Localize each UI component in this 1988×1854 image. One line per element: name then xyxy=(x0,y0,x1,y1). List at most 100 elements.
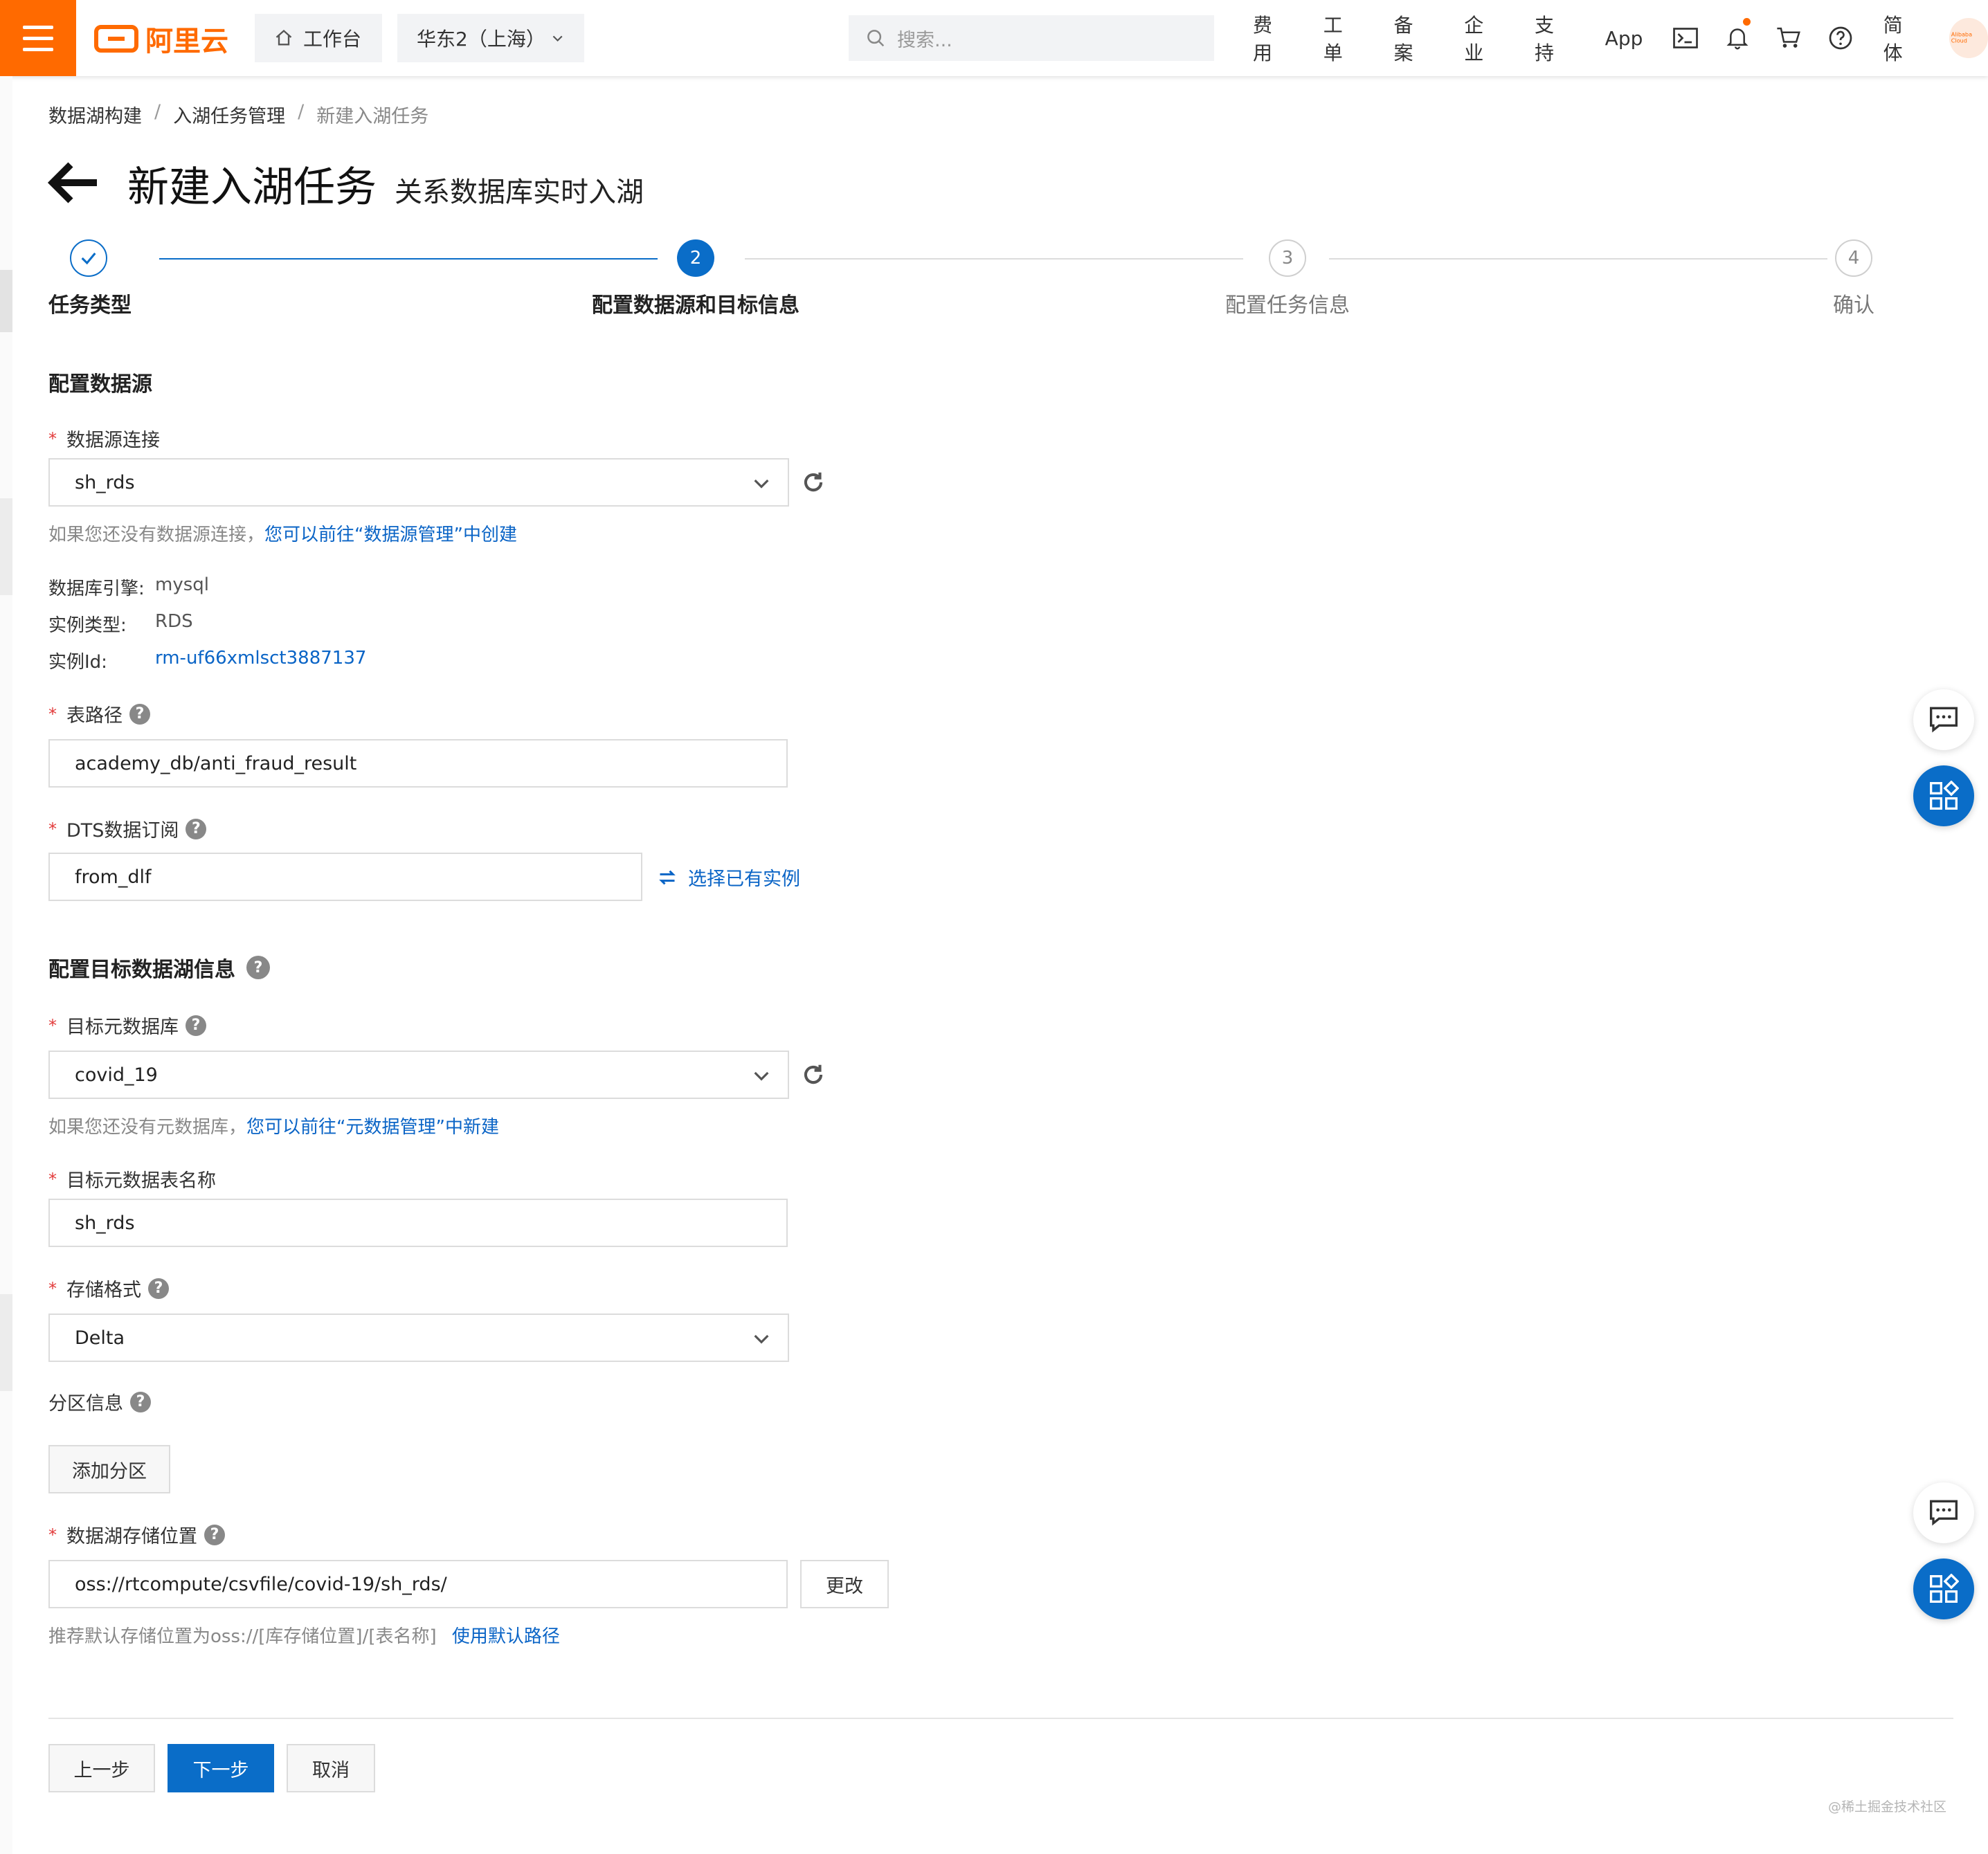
cancel-label: 取消 xyxy=(312,1759,350,1781)
instance-id-key: 实例Id: xyxy=(48,652,107,673)
next-step-button[interactable]: 下一步 xyxy=(168,1744,274,1792)
search-input[interactable]: 搜索... xyxy=(849,15,1214,61)
aliyun-logo[interactable]: 阿里云 xyxy=(94,19,228,58)
help-icon[interactable]: ? xyxy=(246,956,270,979)
cart-icon[interactable] xyxy=(1763,0,1815,76)
nav-support[interactable]: 支持 xyxy=(1518,10,1589,66)
step-1: 任务类型 xyxy=(48,239,132,318)
language-switch[interactable]: 简体 xyxy=(1867,10,1937,66)
dts-label: DTS数据订阅 xyxy=(66,820,179,842)
storage-format-select[interactable]: Delta xyxy=(48,1314,789,1362)
avatar[interactable]: Alibaba Cloud xyxy=(1949,18,1988,58)
required-mark: * xyxy=(48,428,57,448)
conn-hint: 如果您还没有数据源连接，您可以前往“数据源管理”中创建 xyxy=(48,520,517,546)
partition-label: 分区信息 xyxy=(48,1393,123,1415)
source-section-title: 配置数据源 xyxy=(48,367,152,397)
target-db-hint: 如果您还没有元数据库，您可以前往“元数据管理”中新建 xyxy=(48,1113,499,1138)
table-path-value: academy_db/anti_fraud_result xyxy=(75,752,357,774)
swap-icon xyxy=(659,870,676,884)
step-indicator: 任务类型 2 配置数据源和目标信息 3 配置任务信息 4 确认 xyxy=(48,239,1917,322)
breadcrumb-item-current: 新建入湖任务 xyxy=(316,106,429,127)
left-rail xyxy=(0,76,12,1854)
refresh-icon[interactable] xyxy=(800,469,826,498)
top-navigation-bar: 阿里云 工作台 华东2（上海） 搜索... 费用 工单 备案 企业 支持 App… xyxy=(0,0,1988,76)
instance-id-row: 实例Id: rm-uf66xmlsct3887137 xyxy=(48,648,366,673)
target-db-hint-text: 如果您还没有元数据库， xyxy=(48,1117,247,1138)
step-2: 2 配置数据源和目标信息 xyxy=(581,239,810,318)
help-icon[interactable] xyxy=(1815,0,1867,76)
rail-expand-handle-2[interactable] xyxy=(0,1294,12,1391)
footer-divider xyxy=(48,1718,1953,1719)
nav-tickets[interactable]: 工单 xyxy=(1307,10,1377,66)
step-4: 4 确认 xyxy=(1827,239,1880,318)
required-mark: * xyxy=(48,1525,57,1545)
chevron-down-icon xyxy=(754,1071,769,1081)
notification-dot xyxy=(1743,18,1751,26)
help-icon[interactable]: ? xyxy=(204,1524,225,1545)
step-3: 3 配置任务信息 xyxy=(1211,239,1364,318)
create-metadb-link[interactable]: 您可以前往“元数据管理”中新建 xyxy=(246,1117,499,1138)
location-hint: 推荐默认存储位置为oss://[库存储位置]/[表名称] 使用默认路径 xyxy=(48,1622,560,1648)
change-location-label: 更改 xyxy=(826,1575,863,1597)
region-label: 华东2（上海） xyxy=(417,28,545,51)
add-partition-button[interactable]: 添加分区 xyxy=(48,1445,170,1493)
terminal-icon[interactable] xyxy=(1659,0,1711,76)
avatar-logo: Alibaba Cloud xyxy=(1951,32,1973,44)
instance-id-link[interactable]: rm-uf66xmlsct3887137 xyxy=(155,648,366,673)
required-mark: * xyxy=(48,819,57,839)
select-existing-instance-link[interactable]: 选择已有实例 xyxy=(658,864,800,891)
use-default-path-link[interactable]: 使用默认路径 xyxy=(452,1626,560,1647)
prev-step-label: 上一步 xyxy=(73,1759,130,1781)
step-1-label: 任务类型 xyxy=(48,293,132,318)
chat-icon[interactable] xyxy=(1913,689,1974,750)
datasource-connection-select[interactable]: sh_rds xyxy=(48,458,789,507)
location-hint-text: 推荐默认存储位置为oss://[库存储位置]/[表名称] xyxy=(48,1626,437,1647)
help-icon[interactable]: ? xyxy=(148,1278,169,1299)
chat-icon[interactable] xyxy=(1913,1482,1974,1543)
next-step-label: 下一步 xyxy=(192,1759,249,1781)
conn-field-label: * 数据源连接 xyxy=(48,425,160,452)
target-database-select[interactable]: covid_19 xyxy=(48,1051,789,1099)
step-2-label: 配置数据源和目标信息 xyxy=(592,293,799,318)
bell-icon[interactable] xyxy=(1711,0,1763,76)
help-icon[interactable]: ? xyxy=(130,1391,151,1412)
region-selector[interactable]: 华东2（上海） xyxy=(397,14,584,62)
cancel-button[interactable]: 取消 xyxy=(287,1744,375,1792)
required-mark: * xyxy=(48,704,57,724)
menu-icon[interactable] xyxy=(0,0,76,76)
back-arrow-icon[interactable] xyxy=(47,161,100,208)
target-table-value: sh_rds xyxy=(75,1212,135,1234)
rail-tab[interactable] xyxy=(0,270,12,332)
create-datasource-link[interactable]: 您可以前往“数据源管理”中创建 xyxy=(264,525,517,545)
dts-field-label: * DTS数据订阅 ? xyxy=(48,815,207,842)
workbench-button[interactable]: 工作台 xyxy=(255,14,382,62)
help-icon[interactable]: ? xyxy=(129,703,150,725)
refresh-icon[interactable] xyxy=(800,1062,826,1091)
chevron-down-icon xyxy=(754,1334,769,1344)
target-table-name-input[interactable]: sh_rds xyxy=(48,1199,788,1247)
change-location-button[interactable]: 更改 xyxy=(800,1560,889,1608)
chevron-down-icon xyxy=(552,35,563,42)
nav-app[interactable]: App xyxy=(1589,27,1660,50)
search-placeholder: 搜索... xyxy=(897,29,952,51)
required-mark: * xyxy=(48,1169,57,1189)
lake-location-input[interactable]: oss://rtcompute/csvfile/covid-19/sh_rds/ xyxy=(48,1560,788,1608)
required-mark: * xyxy=(48,1278,57,1298)
breadcrumb-item-datalake[interactable]: 数据湖构建 xyxy=(48,101,142,128)
apps-icon[interactable] xyxy=(1913,765,1974,826)
step-connector xyxy=(745,258,1243,260)
dts-subscription-input[interactable]: from_dlf xyxy=(48,853,642,901)
nav-icp[interactable]: 备案 xyxy=(1377,10,1447,66)
target-db-label: 目标元数据库 xyxy=(66,1017,179,1038)
rail-expand-handle[interactable] xyxy=(0,498,12,595)
breadcrumb-item-tasks[interactable]: 入湖任务管理 xyxy=(173,101,285,128)
help-icon[interactable]: ? xyxy=(186,1015,206,1036)
conn-value: sh_rds xyxy=(75,471,135,493)
help-icon[interactable]: ? xyxy=(186,818,207,839)
prev-step-button[interactable]: 上一步 xyxy=(48,1744,155,1792)
apps-icon[interactable] xyxy=(1913,1558,1974,1619)
breadcrumb-separator: / xyxy=(154,101,161,122)
nav-enterprise[interactable]: 企业 xyxy=(1447,10,1518,66)
nav-fees[interactable]: 费用 xyxy=(1236,10,1307,66)
table-path-input[interactable]: academy_db/anti_fraud_result xyxy=(48,739,788,788)
